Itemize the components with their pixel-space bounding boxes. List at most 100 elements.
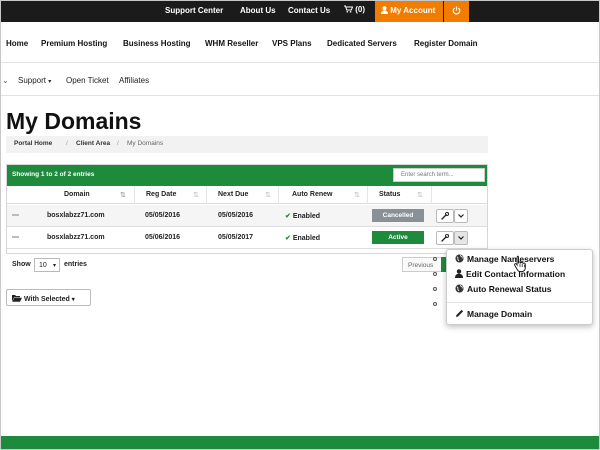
- nav-dedicated-servers[interactable]: Dedicated Servers: [327, 39, 397, 48]
- menu-item-label: Manage Domain: [467, 309, 533, 319]
- folder-open-icon: [12, 295, 22, 302]
- table-row[interactable]: bosxlabzz71.com 05/06/2016 05/05/2017 ✔ …: [7, 227, 487, 249]
- with-selected-button[interactable]: With Selected ▾: [6, 289, 91, 306]
- cart-icon: [344, 5, 354, 13]
- manage-button[interactable]: [436, 209, 454, 223]
- table-row[interactable]: bosxlabzz71.com 05/05/2016 05/05/2016 ✔ …: [7, 205, 487, 227]
- col-auto-renew[interactable]: Auto Renew: [292, 191, 332, 198]
- support-menu[interactable]: Support ▾: [18, 76, 51, 85]
- menu-item-label: Manage Nameservers: [467, 254, 555, 264]
- list-bullet: [433, 272, 437, 276]
- domains-table: Showing 1 to 2 of 2 entries Enter search…: [6, 164, 488, 254]
- with-selected-label: With Selected: [23, 296, 70, 303]
- manage-button[interactable]: [436, 231, 454, 245]
- globe-icon: [455, 284, 464, 293]
- pencil-icon: [455, 309, 464, 318]
- row-checkbox[interactable]: [12, 214, 19, 216]
- affiliates-link[interactable]: Affiliates: [119, 76, 149, 85]
- check-icon: ✔: [285, 235, 291, 242]
- logout-button[interactable]: [444, 0, 469, 22]
- list-bullet: [433, 287, 437, 291]
- show-label: Show: [12, 261, 31, 268]
- breadcrumb-my-domains: My Domains: [127, 140, 164, 147]
- status-badge: Cancelled: [372, 209, 424, 222]
- sort-icon: ⇅: [417, 192, 423, 199]
- hand-pointer-icon: [514, 255, 526, 272]
- column-headers: Domain ⇅ Reg Date ⇅ Next Due ⇅ Auto Rene…: [7, 186, 487, 204]
- actions-dropdown-toggle[interactable]: [454, 209, 468, 223]
- nav-premium-hosting[interactable]: Premium Hosting: [41, 39, 107, 48]
- support-label: Support: [18, 76, 47, 85]
- breadcrumb-separator: /: [117, 140, 119, 147]
- power-icon: [452, 6, 461, 15]
- nav-business-hosting[interactable]: Business Hosting: [123, 39, 191, 48]
- page-title: My Domains: [6, 108, 142, 134]
- next-due-cell: 05/05/2016: [218, 212, 254, 219]
- col-status[interactable]: Status: [379, 191, 400, 198]
- open-ticket-link[interactable]: Open Ticket: [66, 76, 109, 85]
- user-icon: [381, 6, 388, 14]
- cart-link[interactable]: (0): [344, 5, 365, 14]
- sort-icon: ⇅: [354, 192, 360, 199]
- search-input[interactable]: Enter search term...: [393, 168, 485, 182]
- sort-icon: ⇅: [193, 192, 199, 199]
- domain-cell[interactable]: bosxlabzz71.com: [47, 234, 105, 241]
- menu-item-auto-renewal[interactable]: Auto Renewal Status: [455, 284, 552, 294]
- cart-count: (0): [355, 5, 366, 14]
- breadcrumb-portal-home[interactable]: Portal Home: [14, 140, 52, 147]
- table-info: Showing 1 to 2 of 2 entries: [12, 171, 95, 178]
- auto-renew-label: Enabled: [292, 213, 321, 220]
- nav-home[interactable]: Home: [6, 39, 28, 48]
- chevron-down-icon: [458, 236, 464, 240]
- support-center-link[interactable]: Support Center: [165, 6, 223, 15]
- menu-divider: [447, 302, 592, 303]
- caret-down-icon: ▾: [71, 297, 75, 303]
- sort-icon: ⇅: [265, 192, 271, 199]
- menu-item-manage-domain[interactable]: Manage Domain: [455, 309, 532, 319]
- menu-item-manage-nameservers[interactable]: Manage Nameservers: [455, 254, 554, 264]
- caret-down-icon: ▾: [52, 263, 56, 269]
- chevron-down-icon: [458, 214, 464, 218]
- nav-vps-plans[interactable]: VPS Plans: [272, 39, 312, 48]
- breadcrumb: Portal Home / Client Area / My Domains: [6, 136, 488, 153]
- footer-bar: [0, 436, 600, 450]
- my-account-label: My Account: [390, 6, 436, 15]
- next-due-cell: 05/05/2017: [218, 234, 254, 241]
- list-bullet: [433, 257, 437, 261]
- breadcrumb-client-area[interactable]: Client Area: [76, 140, 110, 147]
- sub-nav: ⌄ Support ▾ Open Ticket Affiliates: [0, 64, 600, 96]
- col-reg-date[interactable]: Reg Date: [146, 191, 176, 198]
- wrench-icon: [441, 212, 449, 220]
- table-header-bar: Showing 1 to 2 of 2 entries Enter search…: [7, 165, 487, 186]
- user-icon: [455, 269, 463, 278]
- main-nav: Home Premium Hosting Business Hosting WH…: [0, 23, 600, 63]
- about-us-link[interactable]: About Us: [240, 6, 276, 15]
- my-account-button[interactable]: My Account: [375, 0, 443, 22]
- entries-per-page-select[interactable]: 10 ▾: [34, 258, 60, 272]
- auto-renew-cell: ✔ Enabled: [285, 234, 320, 242]
- status-badge: Active: [372, 231, 424, 244]
- nav-whm-reseller[interactable]: WHM Reseller: [205, 39, 258, 48]
- list-bullet: [433, 302, 437, 306]
- check-icon: ✔: [285, 213, 291, 220]
- auto-renew-cell: ✔ Enabled: [285, 212, 320, 220]
- reg-date-cell: 05/06/2016: [145, 234, 181, 241]
- menu-item-edit-contact[interactable]: Edit Contact Information: [455, 269, 565, 279]
- reg-date-cell: 05/05/2016: [145, 212, 181, 219]
- entries-label: entries: [64, 261, 87, 268]
- actions-dropdown-toggle[interactable]: [454, 231, 468, 245]
- chevron-down-icon[interactable]: ⌄: [2, 76, 9, 85]
- menu-item-label: Auto Renewal Status: [467, 284, 552, 294]
- sort-asc-icon: ⇅: [120, 192, 126, 199]
- caret-down-icon: ▾: [48, 79, 52, 85]
- wrench-icon: [441, 234, 449, 242]
- auto-renew-label: Enabled: [292, 235, 321, 242]
- breadcrumb-separator: /: [66, 140, 68, 147]
- row-checkbox[interactable]: [12, 236, 19, 238]
- top-bar: Support Center About Us Contact Us (0) M…: [0, 0, 600, 22]
- col-next-due[interactable]: Next Due: [218, 191, 248, 198]
- col-domain[interactable]: Domain: [64, 191, 90, 198]
- domain-cell[interactable]: bosxlabzz71.com: [47, 212, 105, 219]
- nav-register-domain[interactable]: Register Domain: [414, 39, 478, 48]
- contact-us-link[interactable]: Contact Us: [288, 6, 330, 15]
